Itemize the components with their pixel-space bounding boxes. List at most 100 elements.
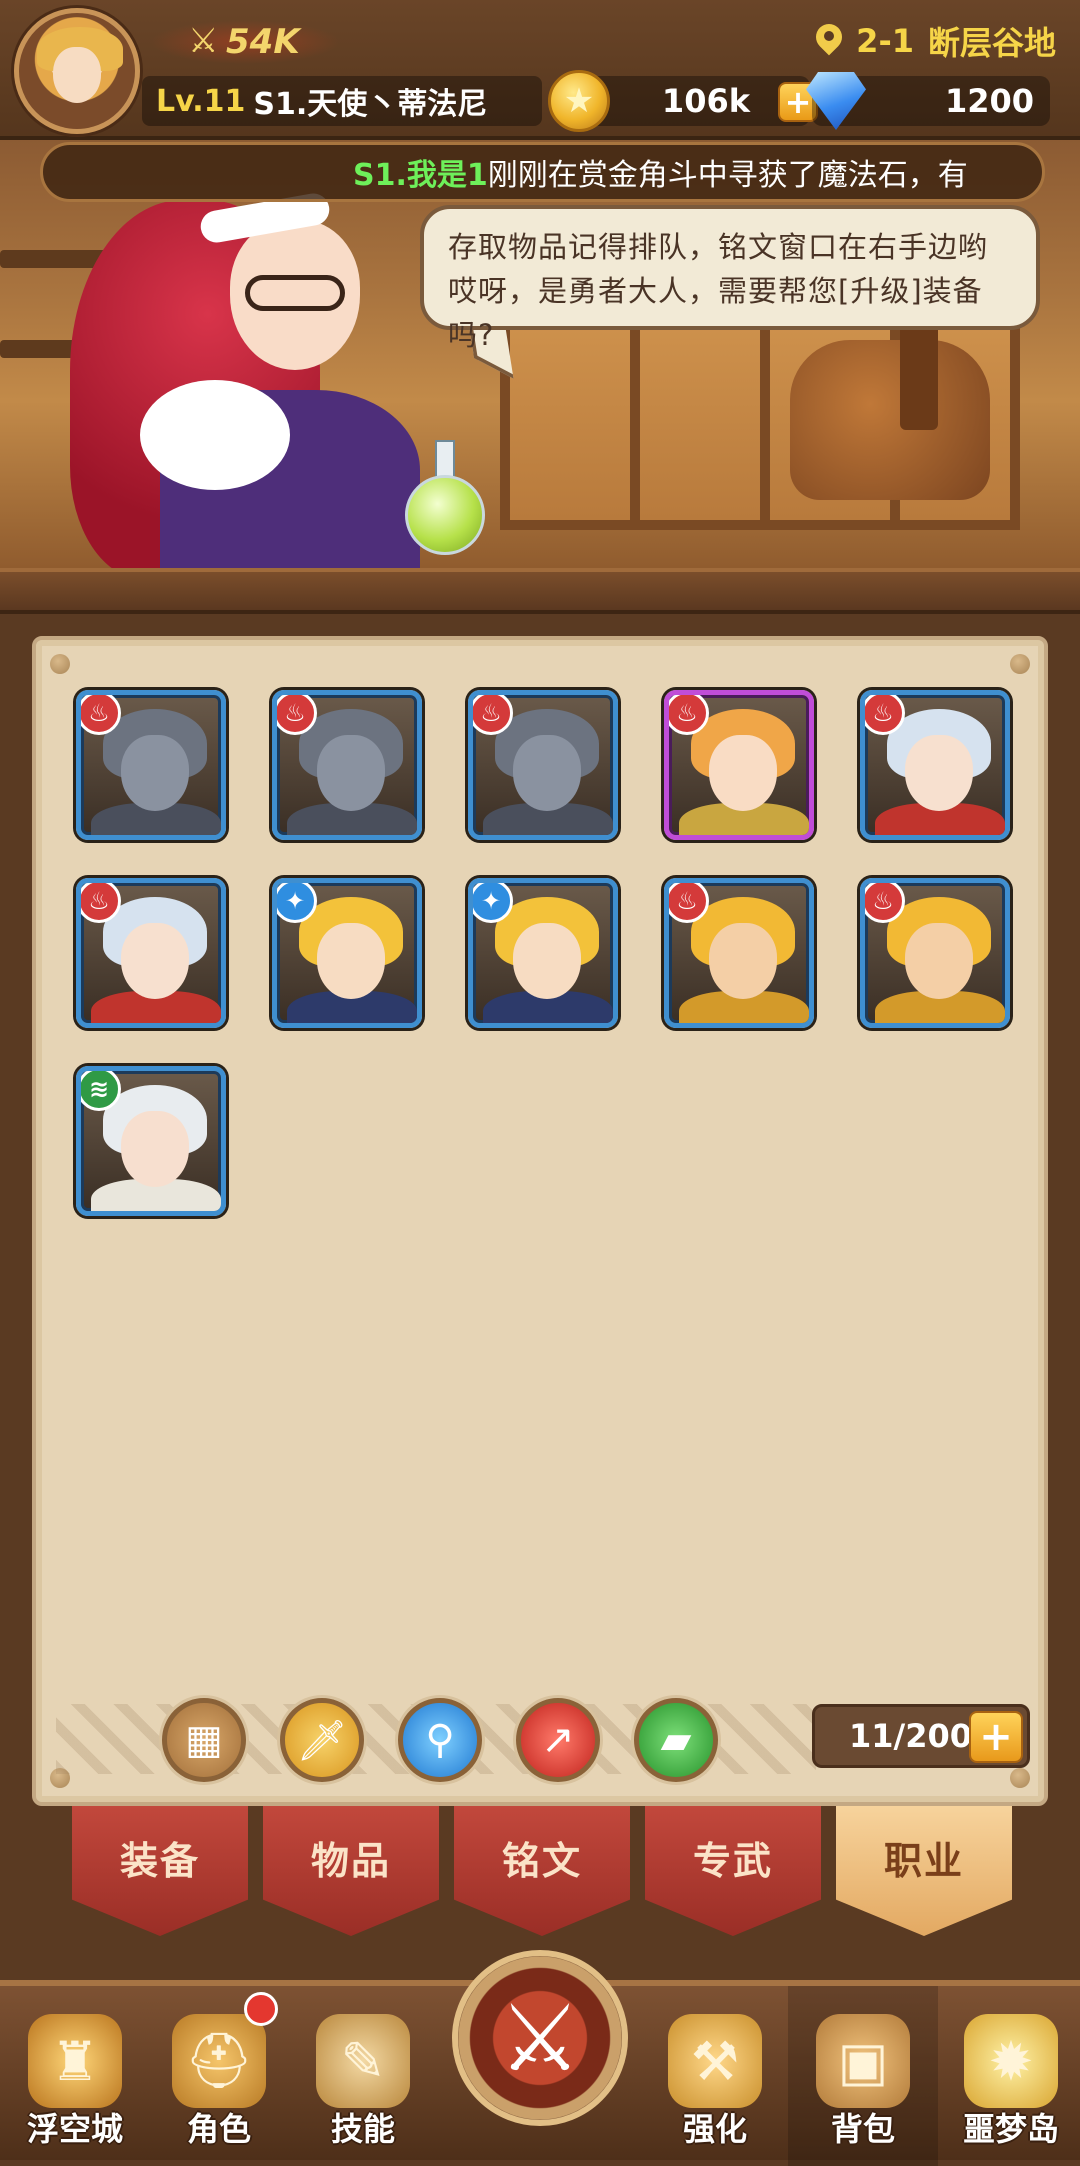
portrait-face [121,1111,189,1187]
ticker-sender: S1.我是1 [353,158,488,193]
inventory-panel: ♨ ♨ ♨ ♨ ♨ ♨ ✦ ✦ ♨ ♨ ≋ ▦ 🗡 ⚲ ↗ ▰ 11/200 + [32,636,1048,1806]
nav-label: 背包 [830,2110,895,2148]
inventory-slot-werewolf[interactable]: ♨ [468,690,618,840]
filter-all-button[interactable]: ▦ [162,1698,246,1782]
filter-staff-button[interactable]: ⚲ [398,1698,482,1782]
nav-item-anvil[interactable]: ⚒ 强化 [640,1986,790,2166]
tab-label: 装备 [119,1838,200,1883]
fire-element-icon: ♨ [865,883,905,923]
helmet-icon: ⛑ [172,2014,266,2108]
portrait-face [709,735,777,811]
nav-label: 技能 [330,2110,395,2148]
portrait-face [317,923,385,999]
wind-element-icon: ≋ [81,1071,121,1111]
anvil-icon: ⚒ [668,2014,762,2108]
category-tabs: 装备 物品 铭文 专武 职业 [72,1806,1012,1946]
castle-icon: ♜ [28,2014,122,2108]
fire-element-icon: ♨ [669,695,709,735]
nav-label: 浮空城 [26,2110,123,2148]
fire-element-icon: ♨ [669,883,709,923]
spear-icon: ↗ [541,1717,575,1763]
map-pin-icon [816,24,842,58]
gold-counter: ★ 106k + [548,70,818,132]
fire-element-icon: ♨ [81,695,121,735]
tab-2[interactable]: 物品 [263,1806,439,1936]
battle-button[interactable]: ⚔ [452,1950,628,2126]
avatar-face [53,47,101,103]
gold-coin-icon: ★ [548,70,610,132]
portrait-face [513,923,581,999]
leather-bag-illustration [790,340,990,500]
tab-5[interactable]: 职业 [836,1806,1012,1936]
player-level: Lv.11 [156,83,246,119]
filter-bar: ▦ 🗡 ⚲ ↗ ▰ 11/200 + [56,1690,1032,1786]
diamond-icon [806,72,866,130]
bag-capacity-count: 11/200 [849,1717,973,1755]
tab-label: 职业 [883,1838,964,1883]
inventory-slot-golden-knight[interactable]: ♨ [664,878,814,1028]
green-potion-icon [405,475,485,555]
inventory-slot-golden-knight[interactable]: ♨ [860,878,1010,1028]
npc-collar [140,380,290,490]
filter-gun-button[interactable]: ▰ [634,1698,718,1782]
nav-label: 角色 [186,2110,251,2148]
top-bar: ⚔ 54K Lv.11 S1.天使丶蒂法尼 2-1 断层谷地 ★ 106k + … [0,0,1080,140]
inventory-slot-werewolf[interactable]: ♨ [272,690,422,840]
gem-amount: 1200 [944,82,1034,120]
location-name: 断层谷地 [927,24,1056,62]
nav-item-nightmare-island[interactable]: ✹ 噩梦岛 [936,1986,1080,2166]
inventory-slot-blond-warrior[interactable]: ✦ [468,878,618,1028]
player-avatar[interactable] [14,8,140,134]
portrait-face [121,735,189,811]
bag-strap [900,320,938,430]
nav-item-skill-book[interactable]: ✎ 技能 [288,1986,438,2166]
nav-label: 强化 [682,2110,747,2148]
location-indicator[interactable]: 2-1 断层谷地 [816,18,1056,64]
filter-spear-button[interactable]: ↗ [516,1698,600,1782]
gold-amount: 106k [661,82,750,120]
portrait-face [905,923,973,999]
crossed-swords-icon: ⚔ [498,1984,582,2092]
location-stage: 2-1 [856,22,914,60]
inventory-slot-werewolf[interactable]: ♨ [76,690,226,840]
fire-element-icon: ♨ [865,695,905,735]
light-element-icon: ✦ [277,883,317,923]
inventory-slot-blond-warrior[interactable]: ✦ [272,878,422,1028]
npc-speech-bubble: 存取物品记得排队，铭文窗口在右手边哟哎呀，是勇者大人，需要帮您[升级]装备吗? [420,205,1040,352]
backpack-icon: ▣ [816,2014,910,2108]
tab-3[interactable]: 铭文 [454,1806,630,1936]
portrait-face [905,735,973,811]
nav-item-castle[interactable]: ♜ 浮空城 [0,1986,150,2166]
tab-label: 铭文 [501,1838,582,1883]
grid-icon: ▦ [185,1717,223,1763]
staff-icon: ⚲ [425,1717,455,1763]
expand-capacity-button[interactable]: + [969,1711,1023,1763]
npc-glasses [245,275,345,311]
inventory-slot-white-hair-mage[interactable]: ≋ [76,1066,226,1216]
sword-icon: 🗡 [296,1717,348,1764]
tab-4[interactable]: 专武 [645,1806,821,1936]
filter-weapon-button[interactable]: 🗡 [280,1698,364,1782]
ticker-message: 刚刚在赏金角斗中寻获了魔法石，有 [487,158,968,193]
inventory-slot-silver-priestess[interactable]: ♨ [860,690,1010,840]
nav-item-backpack[interactable]: ▣ 背包 [788,1986,938,2166]
inventory-slot-armored-girl[interactable]: ♨ [664,690,814,840]
inventory-slot-silver-priestess[interactable]: ♨ [76,878,226,1028]
player-namebar: Lv.11 S1.天使丶蒂法尼 [142,76,542,126]
gem-counter: 1200 [806,72,1050,130]
tab-1[interactable]: 装备 [72,1806,248,1936]
fire-element-icon: ♨ [81,883,121,923]
fire-element-icon: ♨ [473,695,513,735]
bag-capacity: 11/200 + [812,1704,1030,1768]
player-name: S1.天使丶蒂法尼 [253,87,488,122]
nightmare-island-icon: ✹ [964,2014,1058,2108]
fire-element-icon: ♨ [277,695,317,735]
scene-divider [0,568,1080,614]
system-ticker: S1.我是1 刚刚在赏金角斗中寻获了魔法石，有 [40,142,1045,202]
portrait-face [709,923,777,999]
combat-power: ⚔ 54K [150,20,340,64]
tab-label: 专武 [692,1838,773,1883]
skill-book-icon: ✎ [316,2014,410,2108]
portrait-face [317,735,385,811]
nav-label: 噩梦岛 [962,2110,1059,2148]
